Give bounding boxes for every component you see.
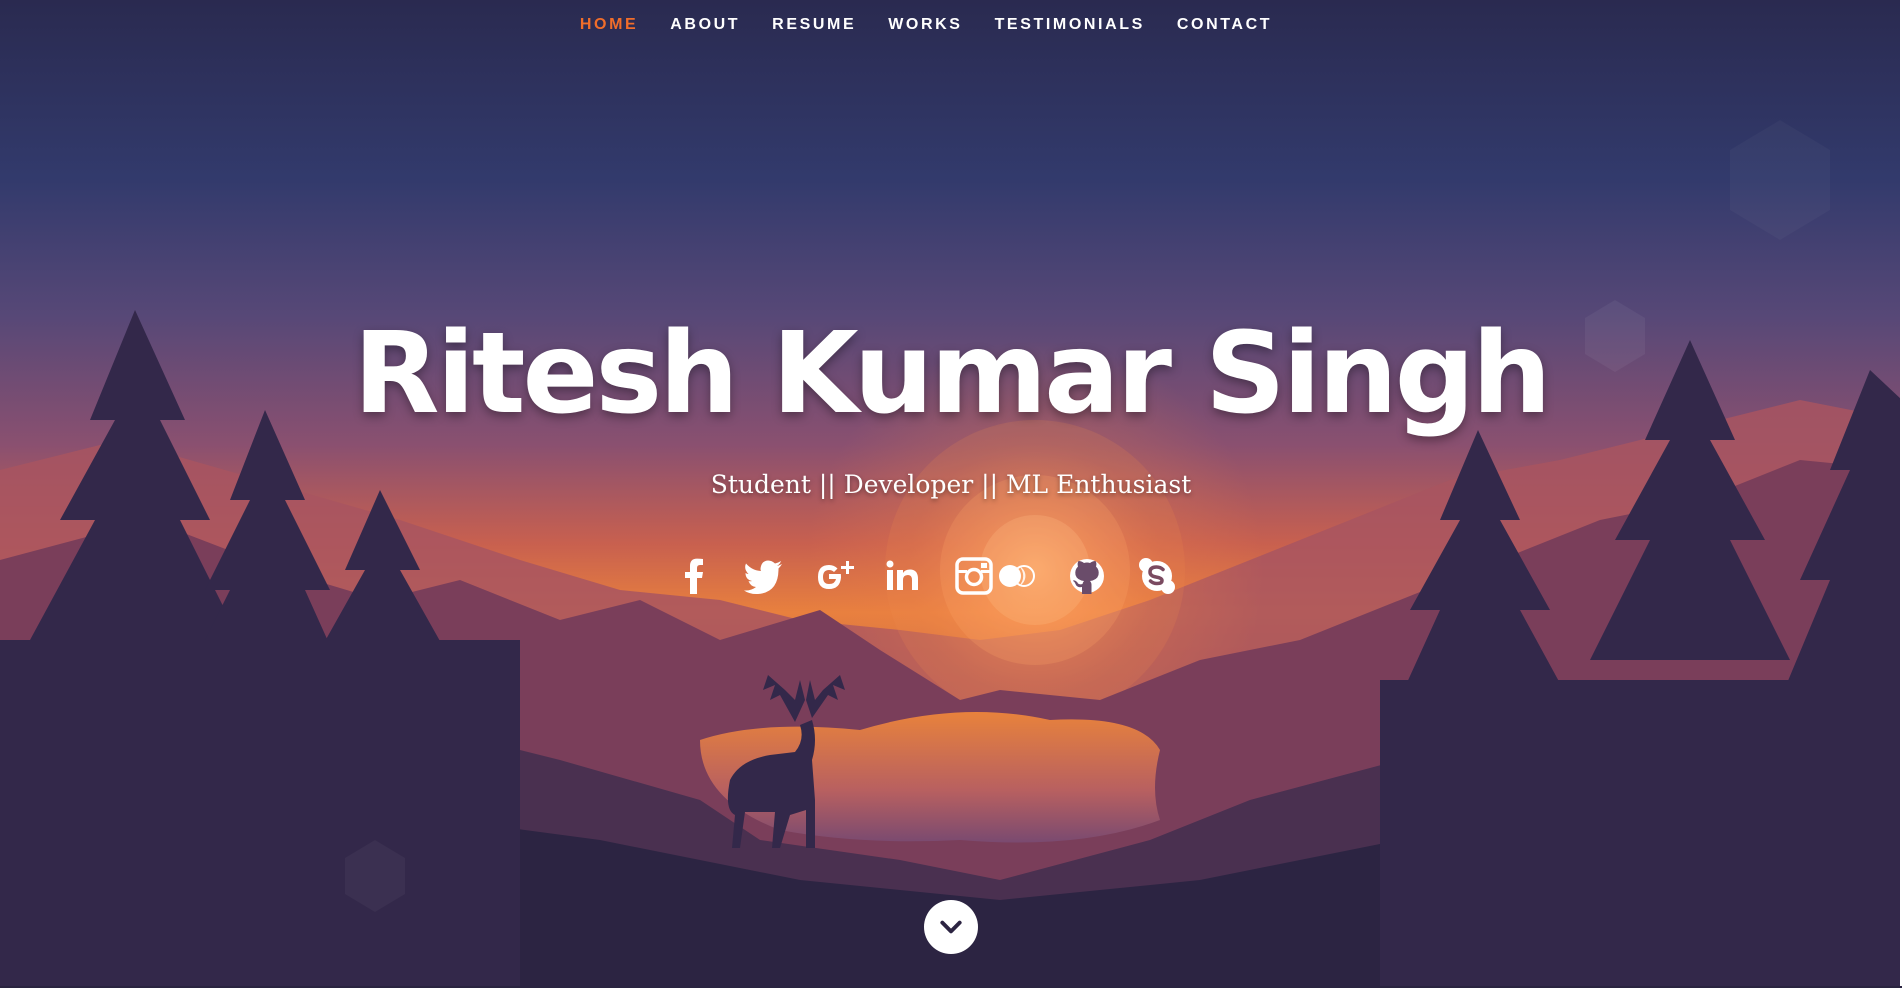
nav-list: HOME ABOUT RESUME WORKS TESTIMONIALS CON…: [564, 16, 1288, 34]
nav-item-about[interactable]: ABOUT: [670, 16, 740, 33]
page-title: Ritesh Kumar Singh: [353, 309, 1551, 439]
skype-icon[interactable]: [1135, 554, 1179, 598]
top-navigation: HOME ABOUT RESUME WORKS TESTIMONIALS CON…: [0, 16, 1902, 34]
social-links: [0, 554, 1902, 598]
nav-item-testimonials[interactable]: TESTIMONIALS: [995, 16, 1145, 33]
instagram-icon[interactable]: [952, 554, 996, 598]
nav-item-works[interactable]: WORKS: [888, 16, 962, 33]
hero-section: HOME ABOUT RESUME WORKS TESTIMONIALS CON…: [0, 0, 1902, 988]
facebook-icon[interactable]: [672, 554, 716, 598]
scroll-down-button[interactable]: [924, 900, 978, 954]
google-plus-icon[interactable]: [812, 554, 856, 598]
twitter-icon[interactable]: [742, 554, 786, 598]
nav-item-home[interactable]: HOME: [580, 16, 638, 33]
flickr-icon[interactable]: [995, 554, 1039, 598]
nav-item-contact[interactable]: CONTACT: [1177, 16, 1272, 33]
github-icon[interactable]: [1065, 554, 1109, 598]
tagline: Student || Developer || ML Enthusiast: [710, 470, 1192, 499]
chevron-down-icon: [940, 920, 962, 934]
linkedin-icon[interactable]: [882, 554, 926, 598]
nav-item-resume[interactable]: RESUME: [772, 16, 856, 33]
